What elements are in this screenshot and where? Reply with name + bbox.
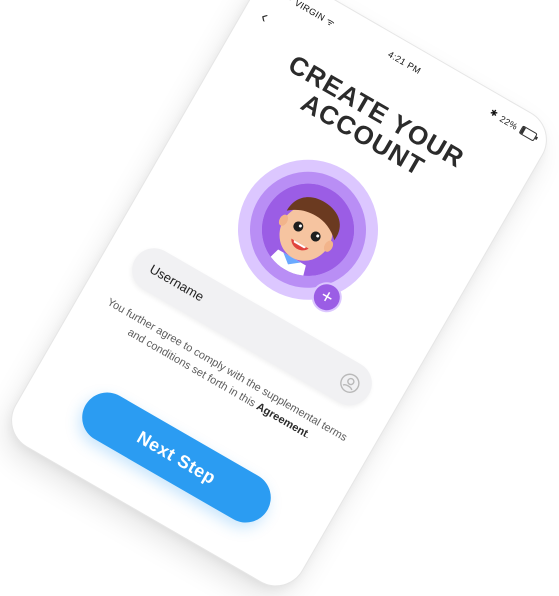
user-icon: [340, 373, 360, 393]
back-icon[interactable]: ‹: [257, 6, 272, 26]
username-label: Username: [147, 261, 207, 305]
battery-percent: 22%: [498, 113, 520, 132]
battery-indicator: ✱ 22%: [488, 107, 539, 143]
plus-icon: +: [316, 284, 338, 310]
battery-icon: [518, 125, 538, 142]
phone-mockup: ••••• VIRGIN ᯤ 4:21 PM ✱ 22% ‹ CREATE YO…: [1, 0, 557, 596]
